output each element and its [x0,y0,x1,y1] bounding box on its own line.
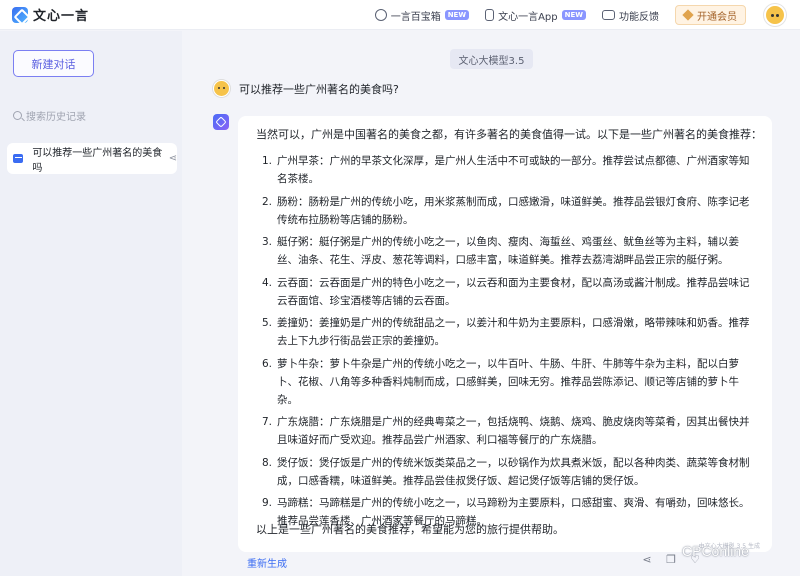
list-item-text: 广州早茶：广州的早茶文化深厚，是广州人生活中不可或缺的一部分。推荐尝试点都德、广… [277,155,750,185]
share-icon[interactable]: ⋖ [169,153,177,164]
chat-icon [13,154,24,163]
list-item: 7. 广东烧腊：广东烧腊是广州的经典粤菜之一，包括烧鸭、烧鹅、烧鸡、脆皮烧肉等菜肴… [256,413,756,449]
list-item-text: 云吞面：云吞面是广州的特色小吃之一，以云吞和面为主要食材，配以高汤或酱汁制成。推… [277,276,750,307]
user-avatar[interactable] [764,4,786,26]
user-avatar-small [213,80,230,97]
new-chat-button[interactable]: 新建对话 [13,50,94,77]
list-item-text: 艇仔粥：艇仔粥是广州的传统小吃之一，以鱼肉、瘦肉、海蜇丝、鸡蛋丝、鱿鱼丝等为主料… [277,236,739,266]
list-item-number: 5. [261,317,272,329]
list-item-number: 3. [261,236,272,248]
nav-feedback-label: 功能反馈 [619,11,659,23]
nav-feedback[interactable]: 功能反馈 [602,8,659,23]
list-item-text: 煲仔饭：煲仔饭是广州的传统米饭类菜品之一，以砂锅作为炊具煮米饭，配以各种肉类、蔬… [277,456,750,487]
history-item[interactable]: 可以推荐一些广州著名的美食吗 ⋖ [7,143,177,174]
list-item-number: 2. [261,195,272,208]
answer-intro: 当然可以，广州是中国著名的美食之都，有许多著名的美食值得一试。以下是一些广州著名… [256,128,762,141]
search-history-input[interactable]: 搜索历史记录 [13,105,173,125]
phone-icon [485,9,495,21]
new-badge: NEW [444,10,470,20]
history-item-title: 可以推荐一些广州著名的美食吗 [32,147,163,174]
nav-app-label: 文心一言App [498,11,558,23]
list-item-number: 7. [261,416,272,428]
user-question: 可以推荐一些广州著名的美食吗? [239,82,399,96]
bot-avatar-icon [213,114,229,130]
top-nav: 一言百宝箱 NEW 文心一言App NEW 功能反馈 开通会员 [359,0,786,30]
mail-icon [602,10,615,20]
logo-icon [12,6,28,23]
list-item-text: 广东烧腊：广东烧腊是广州的经典粤菜之一，包括烧鸭、烧鹅、烧鸡、脆皮烧肉等菜肴，因… [277,416,750,446]
list-item: 3. 艇仔粥：艇仔粥是广州的传统小吃之一，以鱼肉、瘦肉、海蜇丝、鸡蛋丝、鱿鱼丝等为… [256,233,756,269]
nav-app[interactable]: 文心一言App NEW [485,8,586,23]
list-item: 5. 姜撞奶：姜撞奶是广州的传统甜品之一，以姜汁和牛奶为主要原料，口感滑嫩，略带辣… [256,314,756,350]
answer-list: 1. 广州早茶：广州的早茶文化深厚，是广州人生活中不可或缺的一部分。推荐尝试点都德… [256,152,756,535]
list-item-number: 8. [261,456,272,469]
watermark: CPConline [682,543,749,559]
user-message: 可以推荐一些广州著名的美食吗? [213,80,399,97]
search-placeholder: 搜索历史记录 [26,111,86,123]
list-item: 4. 云吞面：云吞面是广州的特色小吃之一，以云吞和面为主要食材，配以高汤或酱汁制成… [256,274,756,310]
top-bar: 文心一言 一言百宝箱 NEW 文心一言App NEW 功能反馈 开通会员 [0,0,800,30]
model-label: 文心大模型3.5 [450,49,533,69]
chat-main: 文心大模型3.5 可以推荐一些广州著名的美食吗? 当然可以，广州是中国著名的美食… [183,31,800,576]
list-item-text: 姜撞奶：姜撞奶是广州的传统甜品之一，以姜汁和牛奶为主要原料，口感滑嫩，略带辣味和… [277,317,750,347]
list-item: 1. 广州早茶：广州的早茶文化深厚，是广州人生活中不可或缺的一部分。推荐尝试点都德… [256,152,756,188]
answer-outro: 以上是一些广州著名的美食推荐，希望能为您的旅行提供帮助。 [256,523,564,536]
sidebar: 新建对话 搜索历史记录 可以推荐一些广州著名的美食吗 ⋖ [0,31,182,576]
answer-card: 当然可以，广州是中国著名的美食之都，有许多著名的美食值得一试。以下是一些广州著名… [238,116,772,552]
list-item-text: 萝卜牛杂：萝卜牛杂是广州的传统小吃之一，以牛百叶、牛肠、牛肝、牛肺等牛杂为主料，… [277,357,739,406]
copy-icon[interactable]: ❐ [665,554,677,566]
logo[interactable]: 文心一言 [12,5,89,24]
regenerate-button[interactable]: 重新生成 [247,555,287,570]
list-item-number: 1. [261,155,272,167]
list-item: 6. 萝卜牛杂：萝卜牛杂是广州的传统小吃之一，以牛百叶、牛肠、牛肝、牛肺等牛杂为主… [256,355,756,409]
bulb-icon [374,9,387,21]
list-item-number: 4. [261,276,272,289]
list-item-number: 6. [261,357,272,370]
search-icon [13,110,22,120]
nav-toolbox[interactable]: 一言百宝箱 NEW [374,8,470,23]
vip-button[interactable]: 开通会员 [675,5,746,25]
vip-label: 开通会员 [697,11,737,23]
list-item: 2. 肠粉：肠粉是广州的传统小吃，用米浆蒸制而成，口感嫩滑，味道鲜美。推荐品尝银灯… [256,193,756,229]
diamond-icon [682,9,694,21]
new-badge: NEW [561,10,586,20]
list-item: 8. 煲仔饭：煲仔饭是广州的传统米饭类菜品之一，以砂锅作为炊具煮米饭，配以各种肉类… [256,454,756,490]
list-item-text: 肠粉：肠粉是广州的传统小吃，用米浆蒸制而成，口感嫩滑，味道鲜美。推荐品尝银灯食府… [277,195,750,226]
nav-toolbox-label: 一言百宝箱 [390,11,441,23]
logo-text: 文心一言 [33,9,90,24]
share-icon[interactable]: ⋖ [641,554,653,566]
